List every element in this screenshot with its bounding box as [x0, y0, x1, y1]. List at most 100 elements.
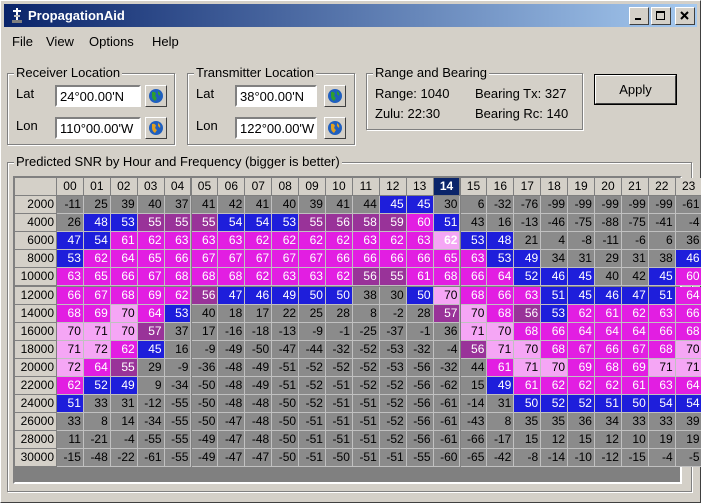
snr-cell[interactable]: 33 — [621, 413, 649, 432]
snr-cell[interactable]: -11 — [57, 196, 84, 215]
snr-cell[interactable]: 65 — [433, 250, 461, 269]
snr-cell[interactable]: 55 — [191, 214, 219, 233]
snr-cell[interactable]: 62 — [245, 268, 273, 287]
snr-cell[interactable]: -42 — [487, 449, 515, 468]
snr-cell[interactable]: 66 — [164, 250, 192, 269]
snr-cell[interactable]: 66 — [487, 286, 515, 305]
snr-cell[interactable]: 46 — [541, 268, 569, 287]
snr-cell[interactable]: -4 — [433, 340, 461, 359]
hour-header-22[interactable]: 22 — [648, 178, 676, 196]
menu-view[interactable]: View — [46, 34, 74, 49]
snr-cell[interactable]: -21 — [83, 431, 111, 450]
snr-cell[interactable]: 62 — [379, 232, 407, 251]
snr-cell[interactable]: 62 — [326, 268, 353, 287]
snr-cell[interactable]: 9 — [137, 377, 165, 396]
snr-cell[interactable]: 53 — [541, 304, 569, 323]
snr-cell[interactable]: -56 — [406, 358, 434, 377]
snr-cell[interactable]: 66 — [352, 250, 380, 269]
snr-cell[interactable]: -52 — [352, 340, 380, 359]
snr-cell[interactable]: 70 — [541, 358, 569, 377]
snr-cell[interactable]: -49 — [218, 340, 246, 359]
snr-cell[interactable]: 64 — [83, 358, 111, 377]
snr-cell[interactable]: 67 — [137, 268, 165, 287]
hour-header-04[interactable]: 04 — [164, 178, 192, 196]
snr-cell[interactable]: 61 — [406, 268, 434, 287]
snr-cell[interactable]: 70 — [514, 340, 542, 359]
snr-cell[interactable]: 68 — [648, 340, 676, 359]
snr-cell[interactable]: 37 — [164, 322, 192, 341]
snr-cell[interactable]: 70 — [57, 322, 84, 341]
snr-cell[interactable]: 51 — [541, 286, 569, 305]
snr-cell[interactable]: 66 — [379, 250, 407, 269]
snr-cell[interactable]: -32 — [433, 358, 461, 377]
transmitter-lon-map-button[interactable] — [324, 117, 346, 139]
snr-cell[interactable]: -17 — [487, 431, 515, 450]
snr-cell[interactable]: 47 — [218, 286, 246, 305]
snr-cell[interactable]: 55 — [299, 214, 326, 233]
snr-cell[interactable]: 55 — [379, 268, 407, 287]
snr-cell[interactable]: -1 — [406, 322, 434, 341]
snr-cell[interactable]: -50 — [272, 449, 300, 468]
snr-cell[interactable]: -48 — [218, 395, 246, 414]
hour-header-18[interactable]: 18 — [541, 178, 569, 196]
snr-cell[interactable]: 71 — [648, 358, 676, 377]
snr-cell[interactable]: 64 — [675, 377, 701, 396]
snr-cell[interactable]: 16 — [164, 340, 192, 359]
snr-cell[interactable]: -56 — [406, 395, 434, 414]
snr-cell[interactable]: 67 — [568, 340, 595, 359]
hour-header-21[interactable]: 21 — [621, 178, 649, 196]
snr-cell[interactable]: 64 — [621, 322, 649, 341]
snr-cell[interactable]: 62 — [621, 304, 649, 323]
snr-cell[interactable]: -51 — [326, 431, 353, 450]
snr-cell[interactable]: -50 — [272, 431, 300, 450]
snr-cell[interactable]: -51 — [352, 395, 380, 414]
snr-cell[interactable]: -51 — [352, 413, 380, 432]
snr-cell[interactable]: -55 — [164, 413, 192, 432]
snr-cell[interactable]: 21 — [514, 232, 542, 251]
snr-cell[interactable]: -32 — [326, 340, 353, 359]
snr-cell[interactable]: 54 — [675, 395, 701, 414]
snr-cell[interactable]: 63 — [191, 232, 219, 251]
snr-cell[interactable]: 8 — [83, 413, 111, 432]
snr-cell[interactable]: 4 — [541, 232, 569, 251]
snr-cell[interactable]: -51 — [272, 377, 300, 396]
snr-cell[interactable]: 62 — [595, 377, 622, 396]
snr-cell[interactable]: 47 — [621, 286, 649, 305]
snr-cell[interactable]: -16 — [218, 322, 246, 341]
snr-cell[interactable]: -99 — [568, 196, 595, 215]
snr-cell[interactable]: 36 — [433, 322, 461, 341]
snr-cell[interactable]: 53 — [164, 304, 192, 323]
snr-cell[interactable]: -13 — [272, 322, 300, 341]
snr-cell[interactable]: 50 — [299, 286, 326, 305]
snr-cell[interactable]: 49 — [272, 286, 300, 305]
snr-cell[interactable]: -48 — [245, 431, 273, 450]
snr-cell[interactable]: -4 — [675, 214, 701, 233]
snr-cell[interactable]: -50 — [191, 377, 219, 396]
snr-cell[interactable]: 56 — [352, 268, 380, 287]
snr-cell[interactable]: 17 — [245, 304, 273, 323]
snr-cell[interactable]: -48 — [218, 377, 246, 396]
snr-cell[interactable]: 67 — [83, 286, 111, 305]
snr-cell[interactable]: 61 — [514, 377, 542, 396]
snr-cell[interactable]: -36 — [191, 358, 219, 377]
snr-cell[interactable]: -32 — [487, 196, 515, 215]
snr-cell[interactable]: -51 — [326, 395, 353, 414]
snr-cell[interactable]: -56 — [406, 413, 434, 432]
snr-cell[interactable]: 30 — [379, 286, 407, 305]
snr-cell[interactable]: -55 — [406, 449, 434, 468]
snr-cell[interactable]: 8 — [487, 413, 515, 432]
hour-header-17[interactable]: 17 — [514, 178, 542, 196]
apply-button[interactable]: Apply — [594, 74, 677, 105]
snr-cell[interactable]: 19 — [675, 431, 701, 450]
snr-cell[interactable]: 67 — [245, 250, 273, 269]
snr-cell[interactable]: -41 — [648, 214, 676, 233]
minimize-button[interactable] — [629, 7, 649, 25]
snr-cell[interactable]: -52 — [379, 413, 407, 432]
snr-cell[interactable]: 63 — [272, 268, 300, 287]
snr-cell[interactable]: 11 — [57, 431, 84, 450]
title-bar[interactable]: PropagationAid — [4, 4, 697, 27]
snr-cell[interactable]: 30 — [433, 196, 461, 215]
snr-cell[interactable]: 56 — [191, 286, 219, 305]
snr-cell[interactable]: 64 — [675, 286, 701, 305]
snr-cell[interactable]: 71 — [675, 358, 701, 377]
